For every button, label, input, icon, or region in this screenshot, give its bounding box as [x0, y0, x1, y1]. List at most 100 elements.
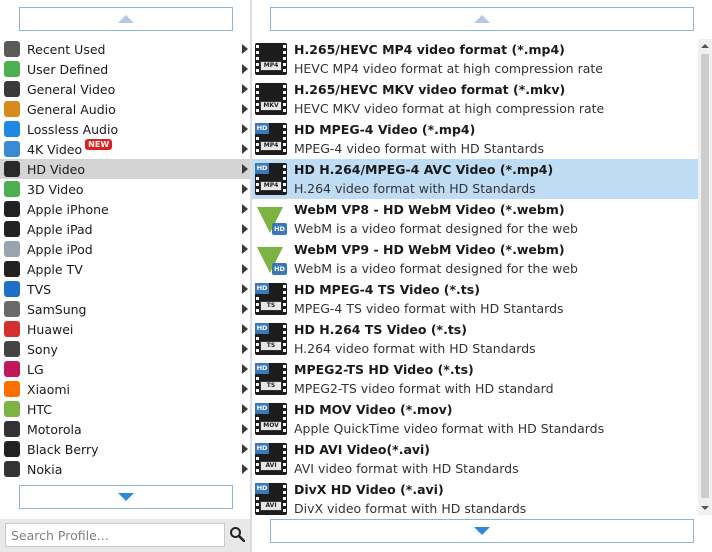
chevron-right-icon[interactable] [242, 184, 248, 194]
hd-mov-icon: MOV HD [255, 403, 287, 435]
webm-hd-icon: HD [255, 203, 287, 235]
format-scroll-down-button[interactable] [270, 519, 694, 543]
chevron-right-icon[interactable] [242, 284, 248, 294]
format-title: H.265/HEVC MP4 video format (*.mp4) [294, 42, 565, 57]
category-label: Xiaomi [27, 381, 70, 397]
category-item[interactable]: General Audio [0, 99, 250, 119]
category-item[interactable]: Black Berry [0, 439, 250, 459]
chevron-right-icon[interactable] [242, 304, 248, 314]
hd-ts-icon: TS HD [255, 323, 287, 355]
format-item[interactable]: TS HD HD H.264 TS Video (*.ts) H.264 video … [252, 319, 698, 359]
format-title: HD AVI Video(*.avi) [294, 442, 431, 457]
format-title: H.265/HEVC MKV video format (*.mkv) [294, 82, 566, 97]
format-item[interactable]: MOV HD HD MOV Video (*.mov) Apple QuickTime… [252, 399, 698, 439]
format-scrollbar[interactable] [698, 39, 712, 515]
category-item[interactable]: Sony [0, 339, 250, 359]
chevron-right-icon[interactable] [242, 44, 248, 54]
format-item[interactable]: MP4 H.265/HEVC MP4 video format (*.mp4) HE… [252, 39, 698, 79]
huawei-icon [4, 321, 20, 337]
category-item[interactable]: User Defined [0, 59, 250, 79]
search-icon[interactable] [229, 526, 245, 542]
scrollbar-thumb[interactable] [701, 54, 709, 498]
category-scroll-up-button[interactable] [19, 7, 233, 31]
chevron-right-icon[interactable] [242, 224, 248, 234]
chevron-right-icon[interactable] [242, 164, 248, 174]
chevron-right-icon[interactable] [242, 64, 248, 74]
tv-icon [4, 281, 20, 297]
chevron-right-icon[interactable] [242, 404, 248, 414]
chevron-right-icon[interactable] [242, 364, 248, 374]
format-item[interactable]: HD WebM VP8 - HD WebM Video (*.webm) WebM … [252, 199, 698, 239]
format-item[interactable]: AVI HD HD AVI Video(*.avi) AVI video format… [252, 439, 698, 479]
ipad-icon [4, 221, 20, 237]
blackberry-icon [4, 441, 20, 457]
format-item[interactable]: HD WebM VP9 - HD WebM Video (*.webm) WebM … [252, 239, 698, 279]
category-label: 3D Video [27, 181, 84, 197]
format-title: HD MOV Video (*.mov) [294, 402, 453, 417]
category-item[interactable]: Apple iPod [0, 239, 250, 259]
category-item[interactable]: Nokia [0, 459, 250, 479]
format-item[interactable]: MKV H.265/HEVC MKV video format (*.mkv) HE… [252, 79, 698, 119]
chevron-right-icon[interactable] [242, 104, 248, 114]
format-list: MP4 H.265/HEVC MP4 video format (*.mp4) HE… [252, 39, 698, 515]
format-title: WebM VP8 - HD WebM Video (*.webm) [294, 202, 565, 217]
category-item[interactable]: HTC [0, 399, 250, 419]
hd-icon [4, 161, 20, 177]
chevron-right-icon[interactable] [242, 244, 248, 254]
xiaomi-icon [4, 381, 20, 397]
category-label: Nokia [27, 461, 63, 477]
category-item[interactable]: LG [0, 359, 250, 379]
chevron-right-icon[interactable] [242, 424, 248, 434]
format-description: H.264 video format with HD Standards [294, 341, 536, 356]
chevron-right-icon[interactable] [242, 324, 248, 334]
format-title: HD MPEG-4 TS Video (*.ts) [294, 282, 480, 297]
category-label: HTC [27, 401, 53, 417]
format-title: DivX HD Video (*.avi) [294, 482, 444, 497]
format-description: WebM is a video format designed for the … [294, 221, 578, 236]
category-item[interactable]: Apple TV [0, 259, 250, 279]
category-item[interactable]: HD Video [0, 159, 250, 179]
category-item[interactable]: Apple iPad [0, 219, 250, 239]
category-item[interactable]: Recent Used [0, 39, 250, 59]
category-item[interactable]: Apple iPhone [0, 199, 250, 219]
category-panel: Recent Used User Defined General Video Gene… [0, 0, 250, 552]
format-item[interactable]: TS HD MPEG2-TS HD Video (*.ts) MPEG2-TS vid… [252, 359, 698, 399]
chevron-right-icon[interactable] [242, 264, 248, 274]
format-description: MPEG-4 TS video format with HD Stantards [294, 301, 564, 316]
chevron-right-icon[interactable] [242, 144, 248, 154]
chevron-right-icon[interactable] [242, 204, 248, 214]
format-item[interactable]: AVI HD DivX HD Video (*.avi) DivX video for… [252, 479, 698, 515]
search-profile-input[interactable] [5, 523, 225, 547]
chevron-right-icon[interactable] [242, 464, 248, 474]
chevron-right-icon[interactable] [242, 444, 248, 454]
chevron-right-icon[interactable] [242, 384, 248, 394]
scrollbar-up-arrow-icon[interactable] [701, 44, 709, 48]
chevron-right-icon[interactable] [242, 84, 248, 94]
category-item[interactable]: Motorola [0, 419, 250, 439]
category-item[interactable]: 3D Video [0, 179, 250, 199]
format-item[interactable]: TS HD HD MPEG-4 TS Video (*.ts) MPEG-4 TS v… [252, 279, 698, 319]
scrollbar-down-arrow-icon[interactable] [701, 506, 709, 510]
3d-icon [4, 181, 20, 197]
category-item[interactable]: Huawei [0, 319, 250, 339]
category-item[interactable]: Xiaomi [0, 379, 250, 399]
category-label: 4K Video [27, 141, 83, 157]
new-badge: NEW [85, 138, 113, 150]
nokia-icon [4, 461, 20, 477]
category-item[interactable]: Lossless Audio [0, 119, 250, 139]
category-label: LG [27, 361, 44, 377]
category-item[interactable]: General Video [0, 79, 250, 99]
chevron-right-icon[interactable] [242, 344, 248, 354]
category-label: Sony [27, 341, 58, 357]
category-item[interactable]: SamSung [0, 299, 250, 319]
music-note-icon [4, 101, 20, 117]
format-item[interactable]: MP4 HD HD H.264/MPEG-4 AVC Video (*.mp4) H.… [252, 159, 698, 199]
format-scroll-up-button[interactable] [270, 7, 694, 31]
format-item[interactable]: MP4 HD HD MPEG-4 Video (*.mp4) MPEG-4 video… [252, 119, 698, 159]
chevron-right-icon[interactable] [242, 124, 248, 134]
category-item[interactable]: 4K Video NEW [0, 138, 250, 159]
category-item[interactable]: TVS [0, 279, 250, 299]
category-label: Apple iPhone [27, 201, 109, 217]
format-description: H.264 video format with HD Standards [294, 181, 536, 196]
category-scroll-down-button[interactable] [19, 485, 233, 509]
